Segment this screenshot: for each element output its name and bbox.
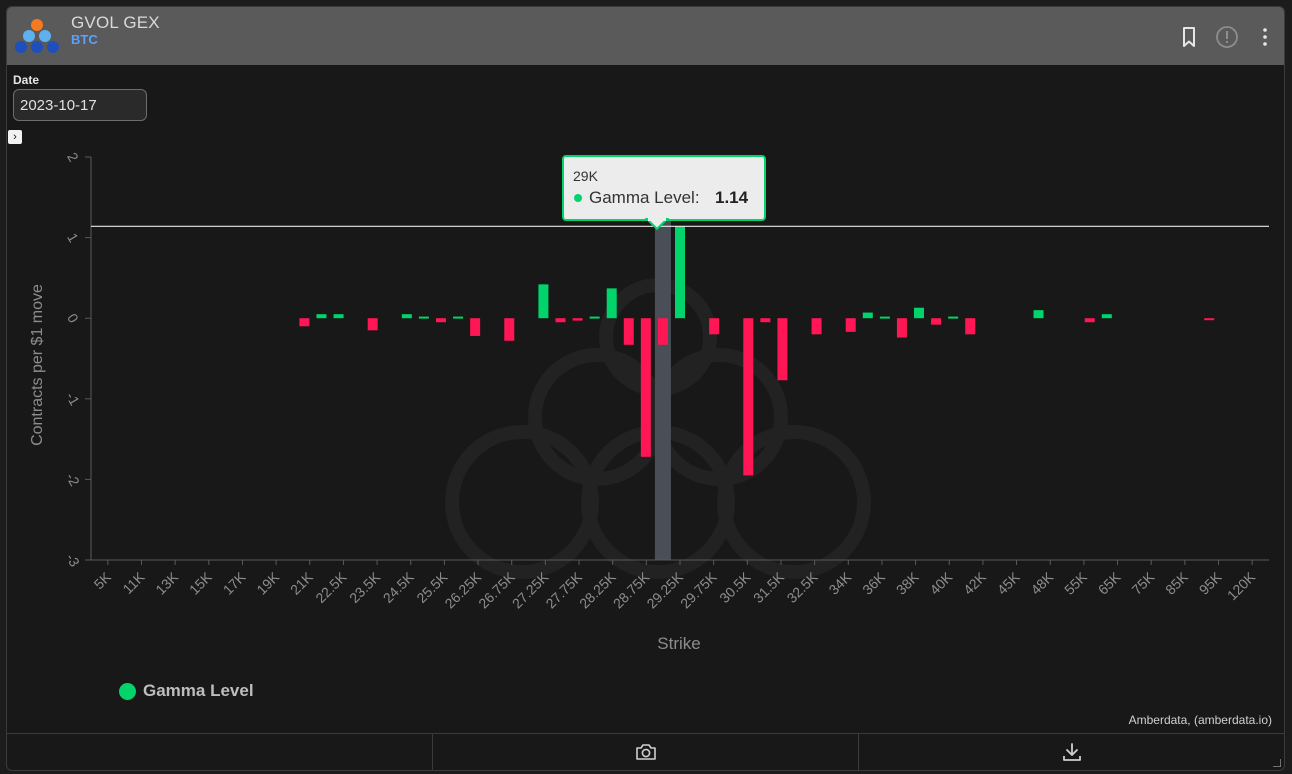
- gex-widget: GVOL GEX BTC Date › -3-2-1012: [6, 6, 1285, 771]
- gex-chart: -3 -2 -1 0 1 2 5K 11K 13K 15K 17K 19K 21K22.5K23.5K…: [29, 150, 1269, 653]
- y-tick-label: -1: [63, 389, 83, 408]
- bar-22K[interactable]: [316, 314, 327, 319]
- bar-31K[interactable]: [760, 318, 771, 323]
- footer-cell-empty: [7, 734, 433, 770]
- y-axis-title: Contracts per $1 move: [29, 284, 46, 446]
- bar-41K[interactable]: [965, 318, 976, 335]
- bar-35K[interactable]: [862, 312, 873, 319]
- bar-38K[interactable]: [914, 307, 925, 319]
- tooltip-series-label: Gamma Level:: [589, 188, 700, 207]
- bar-21K[interactable]: [299, 318, 310, 327]
- bar-24.5K[interactable]: [401, 314, 412, 319]
- x-tick-label: 21K: [287, 568, 316, 597]
- x-tick-label: 22.5K: [312, 568, 350, 606]
- widget-footer: [7, 733, 1284, 770]
- screenshot-button[interactable]: [433, 734, 859, 770]
- x-tick-label: 30.5K: [716, 568, 754, 606]
- x-tick-label: 95K: [1196, 568, 1225, 597]
- bar-27.5K[interactable]: [555, 318, 566, 323]
- bar-26.75K[interactable]: [504, 318, 515, 341]
- legend-marker: [119, 682, 136, 700]
- resize-handle-icon[interactable]: [1273, 759, 1281, 767]
- y-tick-label: 1: [64, 230, 82, 245]
- bar-37K[interactable]: [896, 318, 907, 338]
- y-tick-label: -2: [63, 470, 83, 489]
- bar-29K[interactable]: [657, 318, 668, 345]
- x-tick-label: 34K: [825, 568, 854, 597]
- x-tick-label: 120K: [1224, 568, 1259, 603]
- legend-label: Gamma Level: [143, 681, 254, 700]
- x-axis-title: Strike: [657, 634, 700, 653]
- bar-27.25K[interactable]: [538, 284, 549, 319]
- bar-28.75K[interactable]: [640, 318, 651, 457]
- bar-60K[interactable]: [1101, 314, 1112, 319]
- bar-25.5K[interactable]: [435, 318, 446, 323]
- bar-22.5K[interactable]: [333, 314, 344, 319]
- bar-23.5K[interactable]: [367, 318, 378, 331]
- bar-31.5K[interactable]: [777, 318, 788, 381]
- camera-icon: [635, 744, 656, 760]
- x-tick-label: 40K: [926, 568, 955, 597]
- bar-29.75K[interactable]: [709, 318, 720, 335]
- x-tick-label: 85K: [1162, 568, 1191, 597]
- bar-28.5K[interactable]: [623, 318, 634, 345]
- x-tick-label: 17K: [220, 568, 249, 597]
- bar-34K[interactable]: [845, 318, 856, 332]
- x-tick-label: 24.5K: [380, 568, 418, 606]
- bar-40K[interactable]: [948, 316, 959, 319]
- y-tick-label: 2: [64, 150, 82, 165]
- download-button[interactable]: [859, 734, 1284, 770]
- tooltip-series-dot: [574, 194, 582, 202]
- bar-28K[interactable]: [589, 316, 600, 319]
- x-tick-label: 29.75K: [677, 568, 720, 611]
- bar-tooltip: 29K Gamma Level: 1.14: [562, 155, 766, 231]
- x-tick-label: 28.75K: [610, 568, 653, 611]
- x-tick-label: 15K: [186, 568, 215, 597]
- bar-27.75K[interactable]: [572, 318, 583, 321]
- bar-26.25K[interactable]: [470, 318, 481, 336]
- bar-26K[interactable]: [453, 316, 464, 319]
- bar-32.5K[interactable]: [811, 318, 822, 335]
- bar-39K[interactable]: [931, 318, 942, 325]
- x-tick-label: 36K: [859, 568, 888, 597]
- x-tick-label: 19K: [253, 568, 282, 597]
- x-tick-label: 42K: [960, 568, 989, 597]
- bar-46K[interactable]: [1033, 310, 1044, 319]
- x-tick-label: 45K: [994, 568, 1023, 597]
- x-tick-label: 48K: [1027, 568, 1056, 597]
- x-tick-label: 26.25K: [441, 568, 484, 611]
- x-tick-label: 28.25K: [576, 568, 619, 611]
- x-tick-label: 5K: [91, 568, 115, 592]
- x-tick-label: 27.75K: [542, 568, 585, 611]
- legend-gamma-level[interactable]: Gamma Level: [119, 681, 254, 701]
- x-tick-label: 23.5K: [346, 568, 384, 606]
- bar-36K[interactable]: [879, 316, 890, 319]
- x-tick-label: 55K: [1061, 568, 1090, 597]
- tooltip-value: 1.14: [715, 188, 749, 207]
- x-tick-label: 11K: [119, 568, 148, 597]
- bar-29.25K[interactable]: [675, 226, 685, 319]
- bar-90K[interactable]: [1204, 318, 1215, 321]
- download-icon: [1062, 743, 1081, 761]
- y-tick-label: -3: [63, 551, 83, 570]
- tooltip-category: 29K: [573, 168, 599, 184]
- bar-30.5K[interactable]: [743, 318, 754, 476]
- y-tick-label: 0: [64, 311, 82, 326]
- x-tick-label: 38K: [893, 568, 922, 597]
- bar-55K[interactable]: [1084, 318, 1095, 323]
- x-tick-label: 75K: [1128, 568, 1157, 597]
- x-tick-label: 65K: [1095, 568, 1124, 597]
- x-tick-label: 13K: [152, 568, 181, 597]
- data-credit: Amberdata, (amberdata.io): [1128, 713, 1272, 727]
- bar-28.25K[interactable]: [606, 288, 617, 319]
- bar-25K[interactable]: [418, 316, 429, 319]
- x-tick-label: 26.75K: [475, 568, 518, 611]
